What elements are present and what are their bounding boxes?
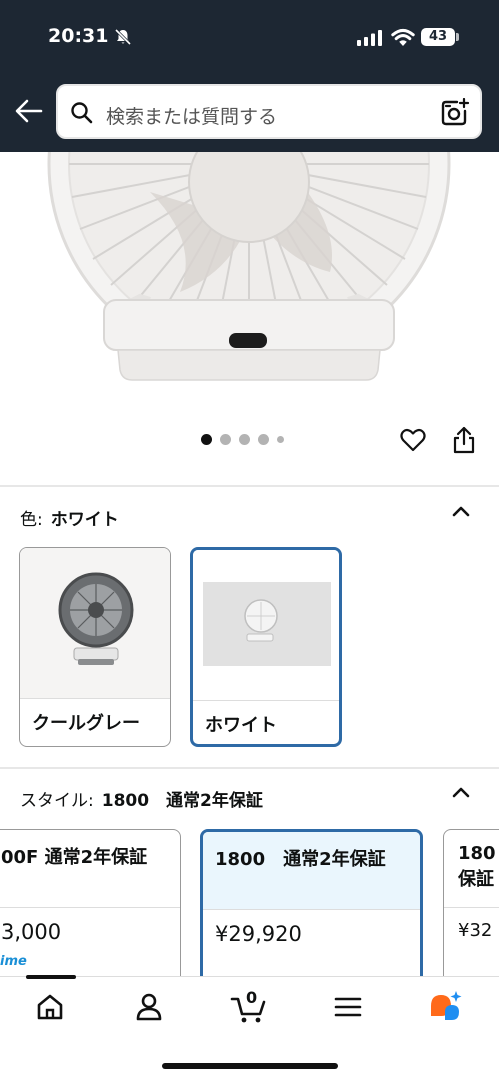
cellular-signal-icon xyxy=(357,30,382,46)
ai-assistant-icon[interactable] xyxy=(427,989,465,1027)
style-option-title-line: 180 xyxy=(458,843,496,864)
pagination-dot[interactable] xyxy=(277,436,284,443)
color-label: 色: xyxy=(20,510,43,530)
color-option-label: クールグレー xyxy=(20,698,170,746)
style-option[interactable]: 00F 通常2年保証 3,000 xyxy=(0,829,181,989)
chevron-up-icon[interactable] xyxy=(450,503,472,519)
white-thumbnail xyxy=(193,550,339,700)
style-option-price: ¥29,920 xyxy=(215,922,302,946)
style-option-price: 3,000 xyxy=(1,920,62,944)
color-selected-value: ホワイト xyxy=(50,510,119,530)
chevron-up-icon[interactable] xyxy=(450,784,472,800)
style-selector-label: スタイル: 1800 通常2年保証 xyxy=(20,786,263,811)
wifi-icon xyxy=(391,28,415,46)
style-option-selected[interactable]: 1800 通常2年保証 ¥29,920 xyxy=(200,829,423,989)
style-label: スタイル: xyxy=(20,791,94,811)
prime-badge: ime xyxy=(0,954,27,969)
home-icon[interactable] xyxy=(32,989,68,1025)
battery-indicator: 43 xyxy=(421,28,455,46)
pagination-dot-active[interactable] xyxy=(201,434,212,445)
cool-gray-thumbnail xyxy=(20,548,170,698)
image-pagination xyxy=(201,434,284,445)
style-option-title: 1800 通常2年保証 xyxy=(203,832,420,910)
section-divider xyxy=(0,485,499,487)
heart-icon[interactable] xyxy=(399,426,427,454)
search-icon xyxy=(71,102,93,124)
style-selected-value: 1800 通常2年保証 xyxy=(101,791,263,811)
pagination-dot[interactable] xyxy=(258,434,269,445)
menu-icon[interactable] xyxy=(330,989,366,1025)
battery-tip xyxy=(456,33,459,41)
style-option-title: 00F 通常2年保証 xyxy=(0,830,180,908)
color-option-cool-gray[interactable]: クールグレー xyxy=(19,547,171,747)
color-selector-label: 色: ホワイト xyxy=(20,505,119,530)
camera-search-icon[interactable] xyxy=(440,98,470,128)
cart-tab[interactable]: 0 xyxy=(229,987,269,1027)
color-option-white[interactable]: ホワイト xyxy=(190,547,342,747)
product-image[interactable] xyxy=(0,152,499,407)
style-option[interactable]: 180 保証 ¥32 xyxy=(443,829,499,989)
account-icon[interactable] xyxy=(131,989,167,1025)
pagination-dot[interactable] xyxy=(239,434,250,445)
search-bar[interactable]: 検索または質問する xyxy=(56,84,482,139)
style-option-price: ¥32 xyxy=(458,920,493,941)
pagination-dot[interactable] xyxy=(220,434,231,445)
search-placeholder[interactable]: 検索または質問する xyxy=(106,102,277,129)
app-header: 20:31 43 検索または質問する xyxy=(0,0,499,152)
share-icon[interactable] xyxy=(451,425,477,455)
cart-count: 0 xyxy=(246,988,258,1007)
status-time: 20:31 xyxy=(48,25,109,47)
back-arrow-icon[interactable] xyxy=(14,96,44,126)
bell-off-icon xyxy=(114,28,132,46)
active-tab-indicator xyxy=(26,975,76,979)
color-option-label: ホワイト xyxy=(193,700,339,744)
style-option-title-line: 保証 xyxy=(458,869,494,890)
style-option-title: 180 保証 xyxy=(444,830,499,908)
section-divider xyxy=(0,767,499,769)
fan-illustration xyxy=(47,152,451,381)
home-indicator xyxy=(162,1063,338,1069)
